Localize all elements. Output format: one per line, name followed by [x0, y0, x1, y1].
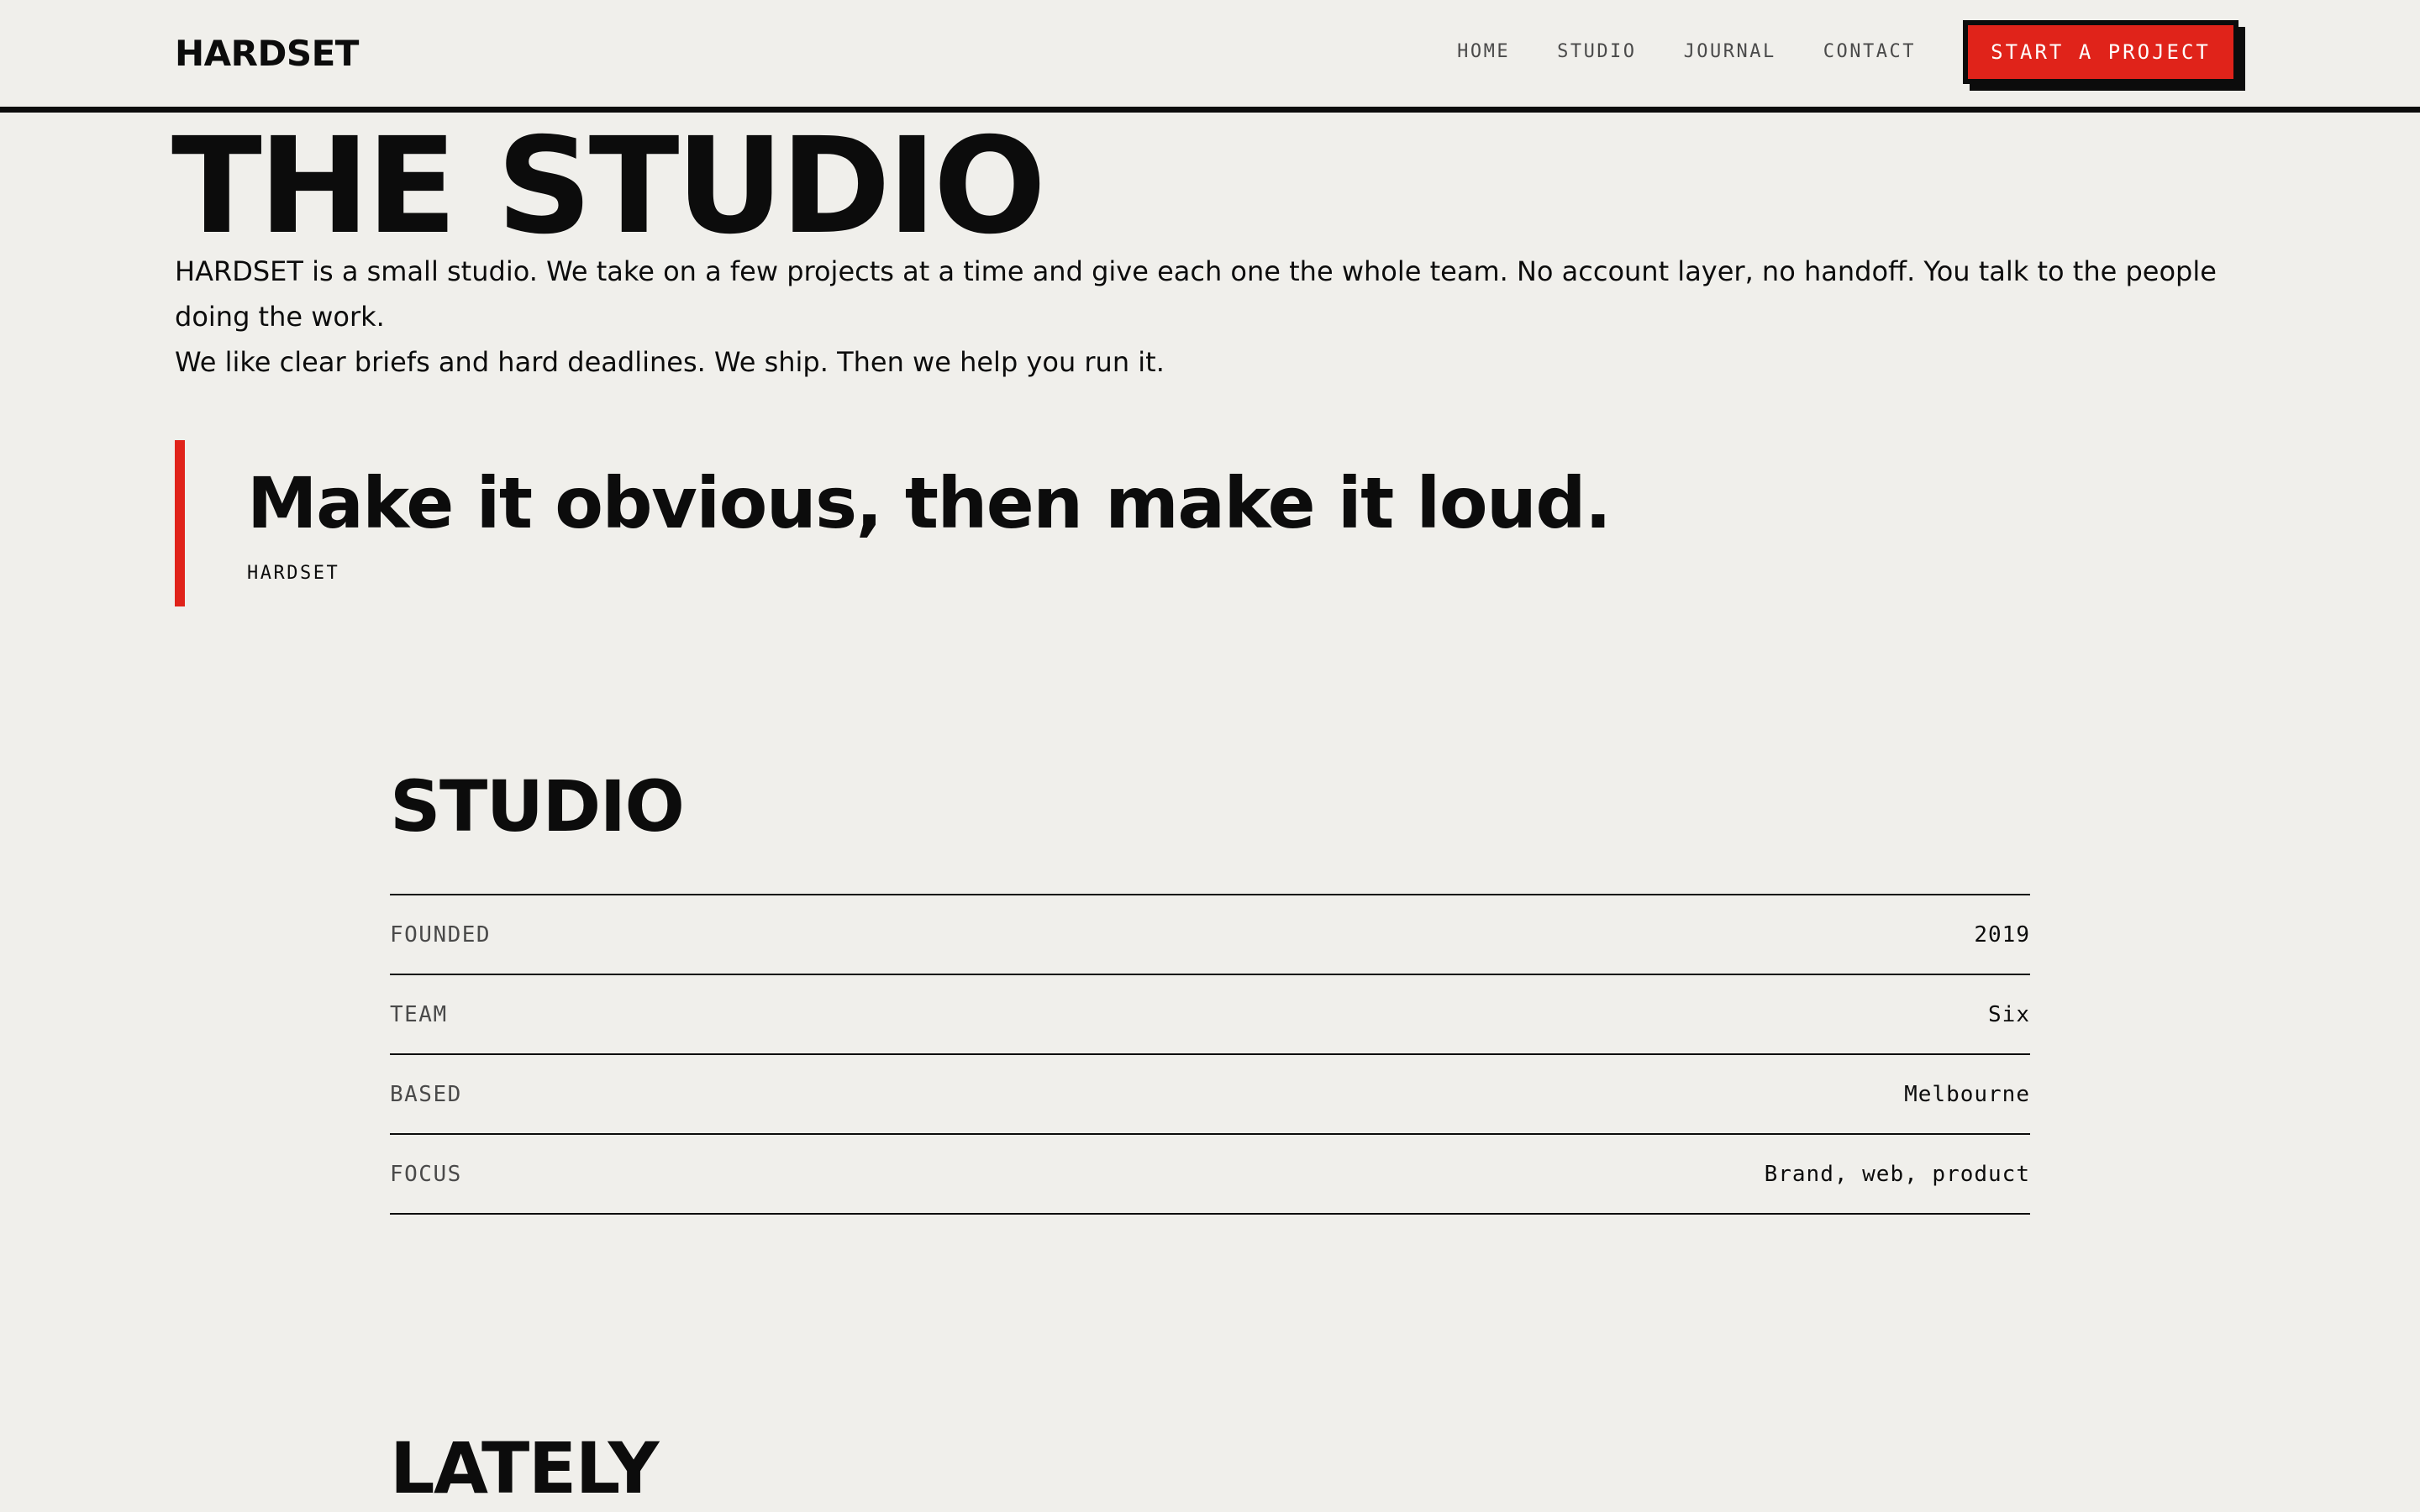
pull-quote: Make it obvious, then make it loud. HARD…: [175, 440, 1855, 606]
fact-label: TEAM: [390, 1001, 448, 1027]
nav-item-studio[interactable]: STUDIO: [1557, 40, 1636, 64]
nav-item-home[interactable]: HOME: [1457, 40, 1510, 64]
studio-facts-table: FOUNDED 2019 TEAM Six BASED Melbourne FO…: [390, 894, 2030, 1215]
nav-item-journal[interactable]: JOURNAL: [1684, 40, 1776, 64]
intro-paragraph: HARDSET is a small studio. We take on a …: [175, 255, 2217, 333]
fact-row-team: TEAM Six: [390, 975, 2030, 1055]
quote-attribution: HARDSET: [247, 563, 340, 584]
fact-value: 2019: [1974, 921, 2030, 948]
fact-label: BASED: [390, 1081, 462, 1107]
site-header: HARDSET HOME STUDIO JOURNAL CONTACT STAR…: [0, 0, 2420, 113]
fact-label: FOUNDED: [390, 921, 492, 948]
fact-row-based: BASED Melbourne: [390, 1055, 2030, 1135]
fact-label: FOCUS: [390, 1161, 462, 1187]
nav-item-contact[interactable]: CONTACT: [1823, 40, 1916, 64]
fact-value: Brand, web, product: [1764, 1161, 2030, 1187]
lately-section-title: LATELY: [390, 1427, 659, 1509]
fact-value: Melbourne: [1904, 1081, 2030, 1107]
intro-paragraph: We like clear briefs and hard deadlines.…: [175, 346, 1165, 378]
logo[interactable]: HARDSET: [175, 30, 359, 77]
fact-value: Six: [1988, 1001, 2030, 1027]
studio-section-title: STUDIO: [390, 765, 685, 848]
intro-text: HARDSET is a small studio. We take on a …: [175, 249, 2242, 385]
fact-row-founded: FOUNDED 2019: [390, 895, 2030, 975]
fact-row-focus: FOCUS Brand, web, product: [390, 1135, 2030, 1215]
start-project-button-wrapper: START A PROJECT: [1963, 20, 2245, 91]
main-nav: HOME STUDIO JOURNAL CONTACT: [1410, 40, 1916, 64]
start-project-button[interactable]: START A PROJECT: [1963, 20, 2238, 84]
page-title: THE STUDIO: [171, 109, 1046, 264]
quote-text: Make it obvious, then make it loud.: [247, 462, 1612, 544]
